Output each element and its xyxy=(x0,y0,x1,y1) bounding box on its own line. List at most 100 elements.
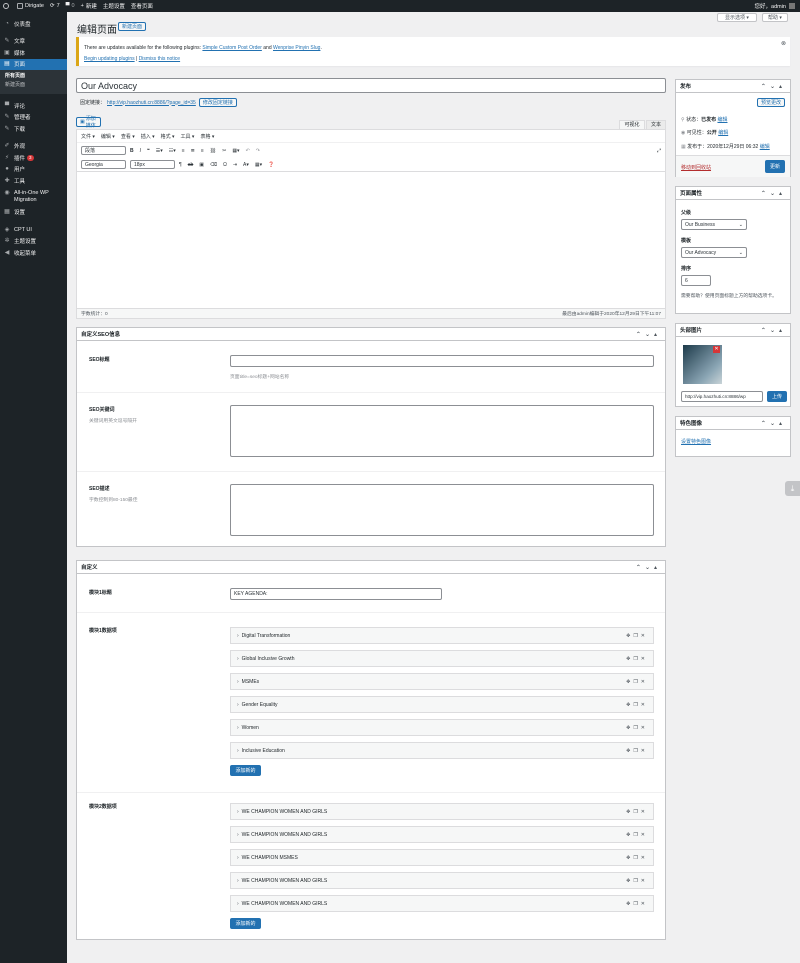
row-actions-icon[interactable]: ✥❐✕ xyxy=(626,855,648,861)
seo-description-textarea[interactable] xyxy=(230,484,654,536)
row-actions-icon[interactable]: ✥❐✕ xyxy=(626,901,648,907)
menu-settings[interactable]: ▦ 设置 xyxy=(0,207,67,219)
close-icon[interactable]: ⊗ xyxy=(781,40,786,47)
my-account[interactable]: 您好，admin xyxy=(755,2,795,10)
update-button[interactable]: 更新 xyxy=(765,160,785,173)
metabox-controls-icon[interactable]: ⌃⌄▴ xyxy=(636,331,661,338)
table-icon[interactable]: ▦▾ xyxy=(255,162,262,168)
submenu-all-pages[interactable]: 所有页面 xyxy=(0,72,67,81)
attributes-header[interactable]: 页面属性 ⌃⌄▴ xyxy=(676,187,790,200)
add-media-button[interactable]: ▣ 添加媒体 xyxy=(76,116,101,129)
list-item[interactable]: › WE CHAMPION WOMEN AND GIRLS ✥❐✕ xyxy=(230,872,654,889)
unlink-icon[interactable]: ✂ xyxy=(222,148,226,154)
row-actions-icon[interactable]: ✥❐✕ xyxy=(626,878,648,884)
bullet-list-icon[interactable]: ☰▾ xyxy=(156,148,163,154)
menu-migration[interactable]: ◉ All-in-One WP Migration xyxy=(0,187,67,207)
module2-add-button[interactable]: 添加新的 xyxy=(230,918,261,929)
table-icon[interactable]: ▦▾ xyxy=(232,148,239,154)
paragraph-icon[interactable]: ¶ xyxy=(179,162,182,168)
align-center-icon[interactable]: ≣ xyxy=(191,148,195,154)
remove-image-icon[interactable]: ✕ xyxy=(713,346,720,353)
row-actions-icon[interactable]: ✥❐✕ xyxy=(626,679,648,685)
edit-permalink-button[interactable]: 修改固定链接 xyxy=(198,98,237,107)
menu-managers[interactable]: ✎ 管理者 xyxy=(0,112,67,124)
list-item[interactable]: › Global Inclusive Growth ✥❐✕ xyxy=(230,650,654,667)
metabox-controls-icon[interactable]: ⌃⌄▴ xyxy=(761,420,786,427)
custom-metabox-header[interactable]: 自定义 ⌃⌄▴ xyxy=(77,561,665,574)
menu-theme-settings[interactable]: ✲ 主题设置 xyxy=(0,236,67,248)
clear-format-icon[interactable]: ⌫ xyxy=(210,162,217,168)
list-item[interactable]: › Digital Transformation ✥❐✕ xyxy=(230,627,654,644)
font-size-select[interactable]: 18px xyxy=(130,160,175,169)
wordpress-logo-icon[interactable] xyxy=(3,3,11,9)
preview-changes-button[interactable]: 预览更改 xyxy=(757,98,785,107)
menu-users[interactable]: ● 用户 xyxy=(0,164,67,176)
metabox-controls-icon[interactable]: ⌃⌄▴ xyxy=(761,83,786,90)
menu-tools[interactable]: 工具 ▾ xyxy=(181,133,195,140)
plugin-link-scpo[interactable]: Simple Custom Post Order xyxy=(202,45,261,51)
new-content-link[interactable]: + 新建 xyxy=(81,2,97,10)
menu-table[interactable]: 表格 ▾ xyxy=(200,133,214,140)
menu-edit[interactable]: 编辑 ▾ xyxy=(101,133,115,140)
edit-visibility-link[interactable]: 编辑 xyxy=(718,130,728,136)
row-actions-icon[interactable]: ✥❐✕ xyxy=(626,725,648,731)
post-title-input[interactable]: Our Advocacy xyxy=(76,78,666,93)
metabox-controls-icon[interactable]: ⌃⌄▴ xyxy=(761,190,786,197)
row-actions-icon[interactable]: ✥❐✕ xyxy=(626,832,648,838)
help-icon[interactable]: ❓ xyxy=(268,162,274,168)
row-actions-icon[interactable]: ✥❐✕ xyxy=(626,748,648,754)
undo-icon[interactable]: ↶ xyxy=(246,148,250,154)
upload-button[interactable]: 上传 xyxy=(767,391,787,402)
align-right-icon[interactable]: ≡ xyxy=(201,148,204,154)
row-actions-icon[interactable]: ✥❐✕ xyxy=(626,809,648,815)
dismiss-notice-link[interactable]: Dismiss this notice xyxy=(139,56,180,62)
publish-header[interactable]: 发布 ⌃⌄▴ xyxy=(676,80,790,93)
bold-icon[interactable]: B xyxy=(130,148,134,154)
menu-pages[interactable]: ▤ 页面 xyxy=(0,58,67,70)
menu-view[interactable]: 查看 ▾ xyxy=(121,133,135,140)
list-item[interactable]: › WE CHAMPION WOMEN AND GIRLS ✥❐✕ xyxy=(230,803,654,820)
menu-tools[interactable]: ✚ 工具 xyxy=(0,175,67,187)
menu-format[interactable]: 格式 ▾ xyxy=(161,133,175,140)
tab-text[interactable]: 文本 xyxy=(646,120,666,129)
parent-select[interactable]: Our Business ⌄ xyxy=(681,219,747,230)
menu-plugins[interactable]: ⚡ 插件 3 xyxy=(0,152,67,164)
module1-title-input[interactable]: KEY AGENDA: xyxy=(230,588,442,600)
fullscreen-icon[interactable]: ⤢ xyxy=(657,148,661,154)
omega-icon[interactable]: Ω xyxy=(223,162,227,168)
strikethrough-icon[interactable]: ab xyxy=(188,162,194,168)
trash-link[interactable]: 移动到回收站 xyxy=(681,164,711,171)
link-icon[interactable]: ⛓ xyxy=(210,148,216,154)
seo-title-input[interactable] xyxy=(230,355,654,367)
blockquote-icon[interactable]: ❝ xyxy=(147,148,150,154)
set-featured-image-link[interactable]: 设置特色图像 xyxy=(681,438,711,445)
seo-keywords-textarea[interactable] xyxy=(230,405,654,457)
header-image-url[interactable]: http://vip.haozhuti.cn:8886/wp xyxy=(681,391,763,402)
menu-downloads[interactable]: ✎ 下载 xyxy=(0,123,67,135)
permalink-url[interactable]: http://vip.haozhuti.cn:8886/?page_id=35 xyxy=(107,100,196,106)
text-color-icon[interactable]: A▾ xyxy=(243,162,249,168)
menu-collapse[interactable]: ◀ 收起菜单 xyxy=(0,247,67,259)
menu-dashboard[interactable]: ◔ 仪表盘 xyxy=(0,18,67,30)
menu-comments[interactable]: ▀ 评论 xyxy=(0,100,67,112)
redo-icon[interactable]: ↷ xyxy=(256,148,260,154)
list-item[interactable]: › WE CHAMPION MSMES ✥❐✕ xyxy=(230,849,654,866)
header-image-header[interactable]: 头部图片 ⌃⌄▴ xyxy=(676,324,790,337)
list-item[interactable]: › WE CHAMPION WOMEN AND GIRLS ✥❐✕ xyxy=(230,895,654,912)
view-page-link[interactable]: 查看页面 xyxy=(131,2,153,10)
menu-media[interactable]: ▣ 媒体 xyxy=(0,47,67,59)
row-actions-icon[interactable]: ✥❐✕ xyxy=(626,656,648,662)
number-list-icon[interactable]: ☷▾ xyxy=(169,148,176,154)
list-item[interactable]: › Gender Equality ✥❐✕ xyxy=(230,696,654,713)
comments-link[interactable]: ▀ 0 xyxy=(66,3,75,9)
edit-date-link[interactable]: 编辑 xyxy=(760,144,770,150)
list-item[interactable]: › Inclusive Education ✥❐✕ xyxy=(230,742,654,759)
submenu-new-page[interactable]: 新建页面 xyxy=(0,81,67,90)
menu-appearance[interactable]: ✐ 外观 xyxy=(0,141,67,153)
menu-insert[interactable]: 插入 ▾ xyxy=(141,133,155,140)
indent-icon[interactable]: ⇥ xyxy=(233,162,237,168)
theme-settings-link[interactable]: 主题设置 xyxy=(103,2,125,10)
featured-image-header[interactable]: 特色图像 ⌃⌄▴ xyxy=(676,417,790,430)
italic-icon[interactable]: I xyxy=(140,148,141,154)
plugin-link-wps[interactable]: Wenprise Pinyin Slug xyxy=(273,45,320,51)
